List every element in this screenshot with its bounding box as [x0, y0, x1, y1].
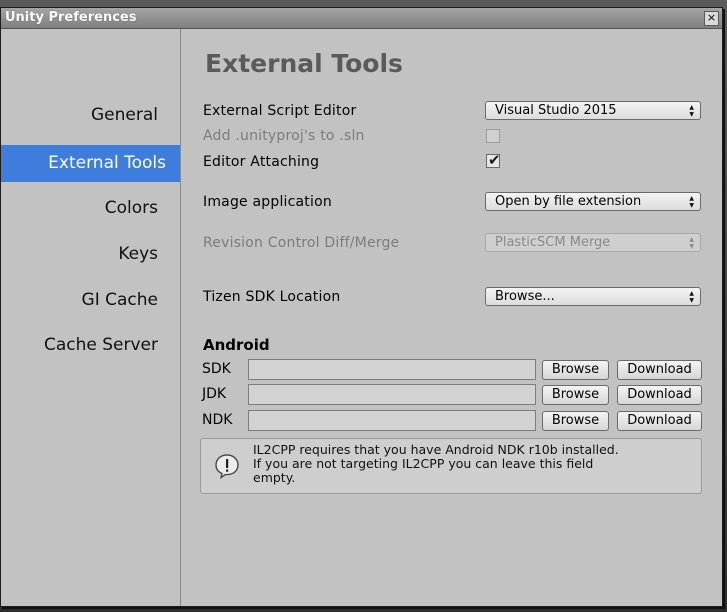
add-unityproj-checkbox [486, 129, 500, 143]
sdk-path-field[interactable] [248, 359, 536, 380]
help-box: IL2CPP requires that you have Android ND… [200, 438, 702, 494]
image-application-value: Open by file extension [495, 194, 642, 209]
revision-control-dropdown: PlasticSCM Merge ▲ ▼ [485, 233, 701, 252]
jdk-label: JDK [202, 386, 227, 402]
title-bar[interactable]: Unity Preferences × [1, 8, 722, 29]
dropdown-arrow-icon: ▲ ▼ [689, 104, 694, 118]
sidebar-item-keys[interactable]: Keys [1, 236, 172, 273]
help-text-line: IL2CPP requires that you have Android ND… [253, 442, 619, 457]
editor-attaching-label: Editor Attaching [203, 154, 320, 170]
sidebar-item-cache-server[interactable]: Cache Server [1, 327, 172, 364]
add-unityproj-label: Add .unityproj's to .sln [203, 128, 365, 144]
ndk-download-button[interactable]: Download [617, 411, 702, 431]
ndk-label: NDK [202, 412, 233, 428]
external-script-editor-value: Visual Studio 2015 [495, 103, 617, 118]
external-script-editor-dropdown[interactable]: Visual Studio 2015 ▲ ▼ [485, 101, 701, 120]
revision-control-value: PlasticSCM Merge [495, 235, 611, 250]
sdk-download-button[interactable]: Download [617, 360, 702, 380]
revision-control-label: Revision Control Diff/Merge [203, 235, 400, 251]
help-text-line: empty. [253, 470, 296, 485]
jdk-path-field[interactable] [248, 384, 536, 405]
info-icon [215, 454, 239, 479]
sidebar-item-general[interactable]: General [1, 97, 172, 134]
preferences-window: Unity Preferences × General External Too… [0, 7, 723, 607]
dropdown-arrow-icon: ▲ ▼ [689, 290, 694, 304]
dropdown-arrow-icon: ▲ ▼ [689, 236, 694, 250]
page-title: External Tools [205, 49, 403, 78]
help-text-line: If you are not targeting IL2CPP you can … [253, 456, 594, 471]
ndk-browse-button[interactable]: Browse [542, 411, 609, 431]
sidebar-item-external-tools[interactable]: External Tools [1, 145, 180, 182]
sidebar-item-gi-cache[interactable]: GI Cache [1, 282, 172, 319]
image-application-label: Image application [203, 194, 332, 210]
ndk-path-field[interactable] [248, 410, 536, 431]
window-title: Unity Preferences [5, 10, 137, 25]
checkmark-icon: ✔ [488, 151, 501, 169]
main-panel: External Tools External Script Editor Vi… [181, 29, 722, 606]
jdk-download-button[interactable]: Download [617, 385, 702, 405]
image-application-dropdown[interactable]: Open by file extension ▲ ▼ [485, 192, 701, 211]
help-text: IL2CPP requires that you have Android ND… [253, 443, 693, 485]
jdk-browse-button[interactable]: Browse [542, 385, 609, 405]
editor-attaching-checkbox[interactable]: ✔ [486, 151, 501, 169]
sdk-label: SDK [202, 361, 231, 377]
sidebar-item-colors[interactable]: Colors [1, 190, 172, 227]
tizen-sdk-dropdown[interactable]: Browse... ▲ ▼ [485, 287, 701, 306]
tizen-sdk-value: Browse... [495, 289, 555, 304]
external-script-editor-label: External Script Editor [203, 103, 357, 119]
dropdown-arrow-icon: ▲ ▼ [689, 195, 694, 209]
sdk-browse-button[interactable]: Browse [542, 360, 609, 380]
tizen-sdk-label: Tizen SDK Location [203, 289, 341, 305]
sidebar: General External Tools Colors Keys GI Ca… [1, 29, 181, 606]
close-button[interactable]: × [704, 11, 719, 26]
android-heading: Android [203, 336, 270, 354]
